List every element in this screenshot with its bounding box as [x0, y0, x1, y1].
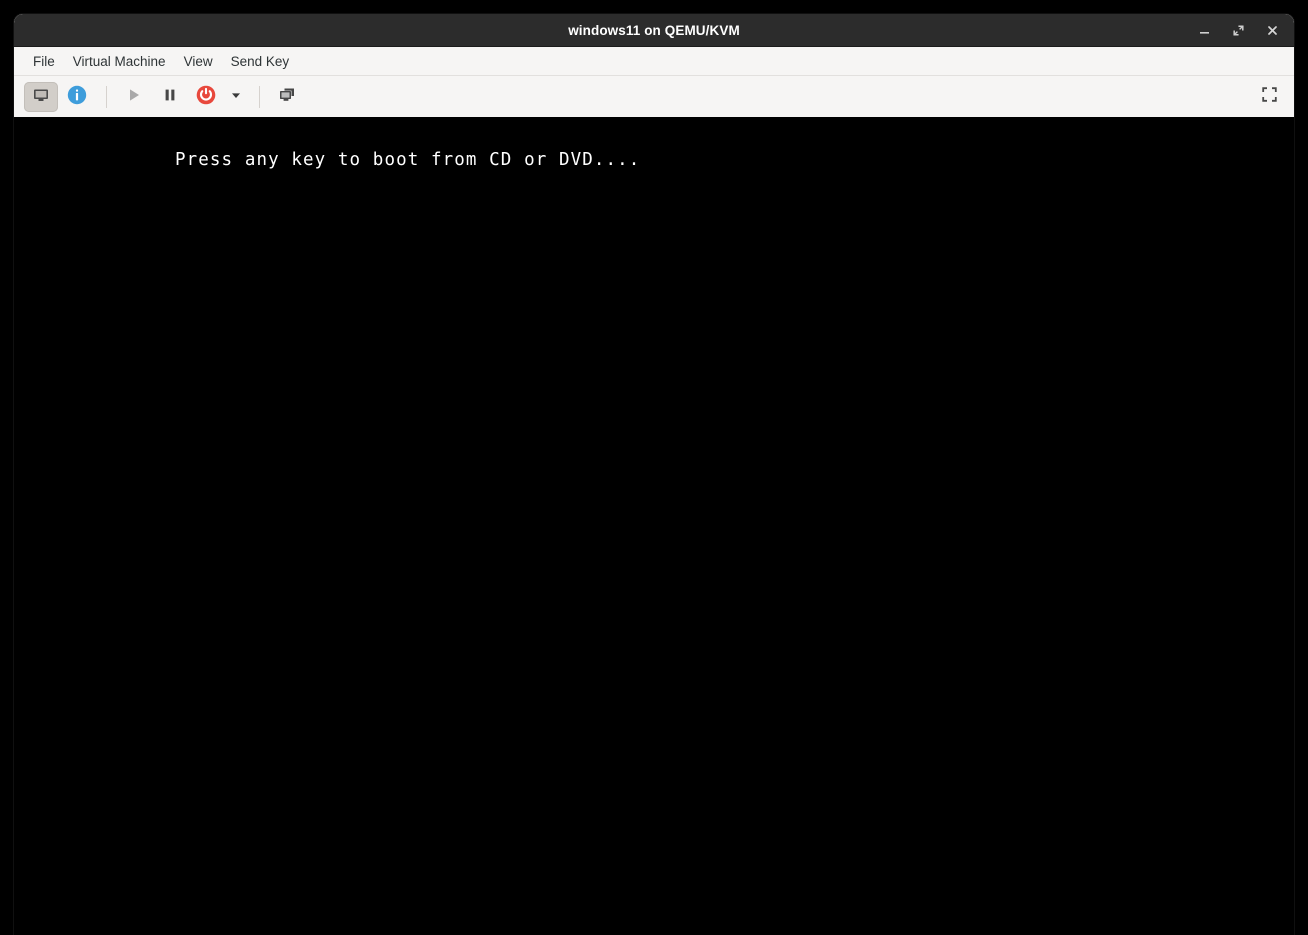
play-icon — [125, 86, 143, 109]
pause-button[interactable] — [153, 82, 187, 112]
pause-icon — [161, 86, 179, 109]
desktop-background: windows11 on QEMU/KVM File Virtual Machi… — [0, 0, 1308, 935]
window-controls — [1190, 14, 1286, 46]
maximize-icon — [1232, 24, 1245, 37]
show-console-button[interactable] — [24, 82, 58, 112]
monitor-icon — [31, 85, 51, 110]
maximize-button[interactable] — [1224, 17, 1252, 43]
shutdown-menu-button[interactable] — [225, 82, 247, 112]
fullscreen-button[interactable] — [1254, 83, 1284, 111]
menu-item-virtual-machine[interactable]: Virtual Machine — [64, 51, 175, 72]
toolbar — [14, 76, 1294, 119]
snapshots-button[interactable] — [270, 82, 304, 112]
minimize-icon — [1198, 24, 1211, 37]
menu-item-send-key[interactable]: Send Key — [222, 51, 299, 72]
console-boot-prompt: Press any key to boot from CD or DVD.... — [175, 150, 641, 170]
menubar: File Virtual Machine View Send Key — [14, 47, 1294, 76]
vm-console-display[interactable]: Press any key to boot from CD or DVD.... — [14, 117, 1294, 935]
snapshots-icon — [277, 85, 297, 110]
window-title: windows11 on QEMU/KVM — [568, 22, 740, 38]
chevron-down-icon — [229, 88, 243, 107]
fullscreen-icon — [1261, 86, 1278, 108]
close-button[interactable] — [1258, 17, 1286, 43]
minimize-button[interactable] — [1190, 17, 1218, 43]
toolbar-separator-2 — [259, 86, 260, 108]
menu-item-file[interactable]: File — [24, 51, 64, 72]
close-icon — [1266, 24, 1279, 37]
run-button[interactable] — [117, 82, 151, 112]
power-icon — [195, 84, 217, 111]
virt-manager-window: windows11 on QEMU/KVM File Virtual Machi… — [14, 14, 1294, 935]
info-icon — [66, 84, 88, 111]
window-titlebar[interactable]: windows11 on QEMU/KVM — [14, 14, 1294, 47]
toolbar-separator-1 — [106, 86, 107, 108]
show-details-button[interactable] — [60, 82, 94, 112]
shutdown-button[interactable] — [189, 82, 223, 112]
menu-item-view[interactable]: View — [175, 51, 222, 72]
